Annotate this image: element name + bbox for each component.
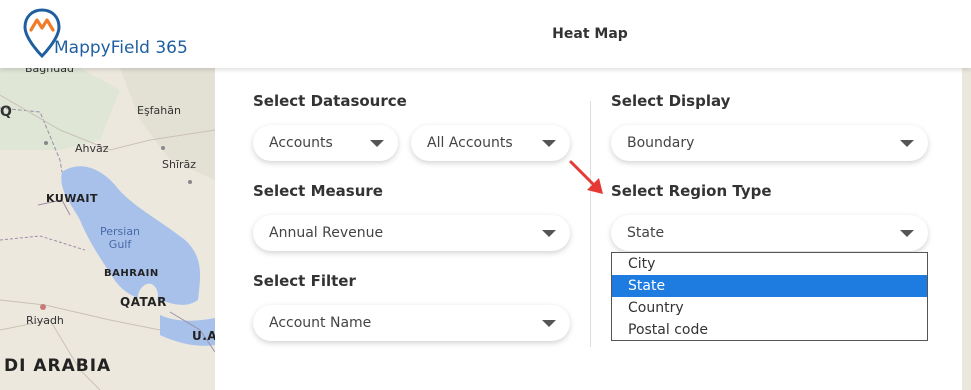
map-label-iraq: Q bbox=[0, 104, 12, 120]
map-label-kuwait: KUWAIT bbox=[46, 192, 99, 205]
region-option-country[interactable]: Country bbox=[612, 297, 927, 319]
map-label-bahrain: BAHRAIN bbox=[104, 268, 159, 279]
datasource-view-select[interactable]: All Accounts bbox=[411, 125, 570, 161]
region-type-select[interactable]: State bbox=[611, 215, 928, 251]
datasource-view-value: All Accounts bbox=[427, 135, 513, 151]
chevron-down-icon bbox=[542, 140, 556, 147]
display-select[interactable]: Boundary bbox=[611, 125, 928, 161]
column-divider bbox=[590, 101, 591, 347]
datasource-select[interactable]: Accounts bbox=[253, 125, 398, 161]
measure-label: Select Measure bbox=[253, 182, 383, 200]
map-label-uae: U.A bbox=[192, 329, 218, 343]
page-title: Heat Map bbox=[552, 26, 628, 42]
display-value: Boundary bbox=[627, 135, 695, 151]
app-header: MappyField 365 Heat Map bbox=[0, 0, 971, 68]
region-option-city[interactable]: City bbox=[612, 253, 927, 275]
measure-value: Annual Revenue bbox=[269, 225, 384, 241]
chevron-down-icon bbox=[370, 140, 384, 147]
map-label-shiraz: Shīrāz bbox=[162, 158, 197, 171]
chevron-down-icon bbox=[542, 230, 556, 237]
filter-select[interactable]: Account Name bbox=[253, 305, 570, 341]
map-label-esfahan: Eşfahān bbox=[137, 104, 181, 117]
map-label-riyadh: Riyadh bbox=[26, 314, 64, 327]
display-label: Select Display bbox=[611, 92, 731, 110]
measure-select[interactable]: Annual Revenue bbox=[253, 215, 570, 251]
map-label-saudi-arabia: DI ARABIA bbox=[4, 356, 112, 376]
chevron-down-icon bbox=[542, 320, 556, 327]
datasource-label: Select Datasource bbox=[253, 92, 407, 110]
region-option-postal-code[interactable]: Postal code bbox=[612, 319, 927, 341]
region-option-state[interactable]: State bbox=[612, 275, 927, 297]
filter-value: Account Name bbox=[269, 315, 372, 331]
region-type-label: Select Region Type bbox=[611, 182, 772, 200]
region-type-options: City State Country Postal code bbox=[611, 252, 928, 341]
chevron-down-icon bbox=[900, 230, 914, 237]
chevron-down-icon bbox=[900, 140, 914, 147]
annotation-arrow-icon bbox=[569, 160, 603, 194]
region-type-value: State bbox=[627, 225, 665, 241]
datasource-value: Accounts bbox=[269, 135, 333, 151]
filter-label: Select Filter bbox=[253, 272, 356, 290]
heatmap-settings-panel: Select Datasource Accounts All Accounts … bbox=[215, 68, 962, 390]
map-label-persian-gulf: Persian Gulf bbox=[100, 225, 141, 251]
map-label-ahvaz: Ahvāz bbox=[75, 142, 109, 155]
map-edge bbox=[962, 68, 971, 390]
map-label-qatar: QATAR bbox=[120, 295, 167, 309]
